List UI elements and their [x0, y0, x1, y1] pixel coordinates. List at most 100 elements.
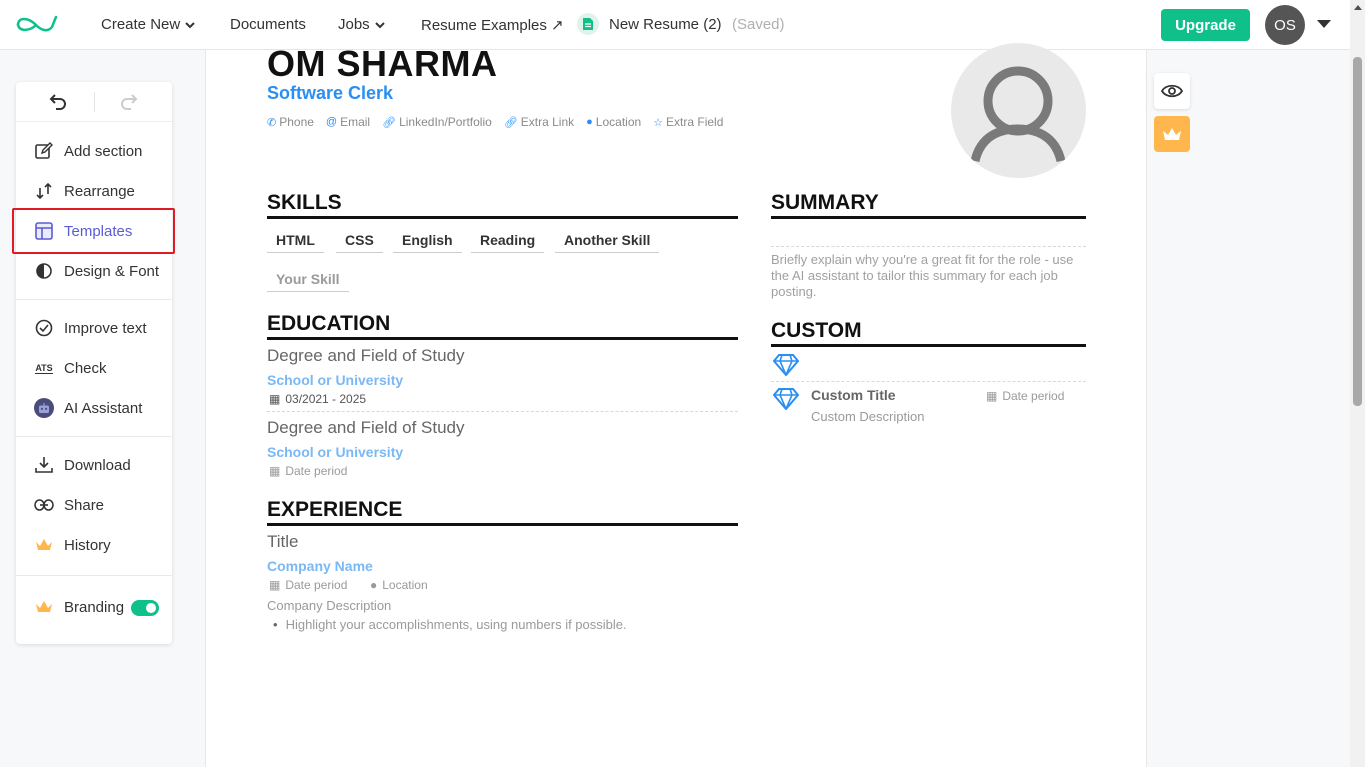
redo-icon[interactable] — [120, 93, 140, 111]
star-icon: ☆ — [653, 116, 664, 129]
link-icon: 🔗︎ — [503, 116, 518, 129]
diamond-icon[interactable] — [773, 354, 799, 376]
contact-extra-field[interactable]: ☆ Extra Field — [653, 115, 723, 129]
experience-bullet[interactable]: • Highlight your accomplishments, using … — [273, 617, 627, 632]
divider — [16, 299, 172, 300]
custom-period[interactable]: ▦ Date period — [986, 389, 1064, 403]
scroll-up-icon[interactable] — [1354, 5, 1362, 10]
at-icon: @ — [325, 116, 338, 128]
sidebar-item-improve-text[interactable]: Improve text — [16, 308, 172, 348]
calendar-icon: ▦ — [986, 389, 998, 403]
sidebar-item-label: Check — [64, 360, 107, 377]
undo-redo-bar — [16, 82, 172, 122]
contact-linkedin[interactable]: 🔗︎ LinkedIn/Portfolio — [382, 115, 492, 129]
contact-extra-link[interactable]: 🔗︎ Extra Link — [504, 115, 574, 129]
section-custom-heading[interactable]: CUSTOM — [771, 319, 1086, 347]
check-circle-icon — [34, 318, 54, 338]
ats-icon: ATS — [34, 358, 54, 378]
education-period[interactable]: ▦ 03/2021 - 2025 — [269, 392, 366, 406]
crown-icon — [34, 597, 54, 617]
experience-company[interactable]: Company Name — [267, 558, 373, 574]
education-school[interactable]: School or University — [267, 372, 403, 388]
experience-title[interactable]: Title — [267, 532, 299, 552]
scrollbar[interactable] — [1350, 0, 1365, 767]
download-icon — [34, 455, 54, 475]
education-school[interactable]: School or University — [267, 444, 403, 460]
section-summary-heading[interactable]: SUMMARY — [771, 191, 1086, 219]
calendar-icon: ▦ — [269, 578, 281, 592]
branding-toggle[interactable] — [131, 600, 159, 616]
calendar-icon: ▦ — [269, 392, 281, 406]
profile-photo[interactable] — [951, 43, 1086, 178]
top-bar: Create New Documents Jobs Resume Example… — [0, 0, 1350, 50]
experience-location-text: Location — [382, 578, 428, 592]
sidebar-item-label: Rearrange — [64, 183, 135, 200]
sidebar-item-label: Share — [64, 497, 105, 514]
skill-tag[interactable]: English — [393, 227, 462, 253]
contact-phone[interactable]: ✆ Phone — [267, 115, 314, 129]
skill-tag[interactable]: Reading — [471, 227, 545, 253]
sidebar-item-rearrange[interactable]: Rearrange — [16, 171, 172, 211]
phone-icon: ✆ — [267, 116, 277, 129]
custom-title[interactable]: Custom Title — [811, 387, 896, 403]
sidebar-item-download[interactable]: Download — [16, 445, 172, 485]
contact-row: ✆ Phone @ Email 🔗︎ LinkedIn/Portfolio 🔗︎ Ext… — [267, 115, 723, 129]
sidebar-item-label: Add section — [64, 143, 143, 160]
experience-location[interactable]: ● Location — [370, 578, 428, 592]
contact-label: LinkedIn/Portfolio — [399, 115, 492, 129]
skill-tag-placeholder[interactable]: Your Skill — [267, 266, 349, 292]
resume-name[interactable]: OM SHARMA — [267, 43, 497, 85]
nav-jobs-label: Jobs — [338, 16, 370, 33]
sidebar-item-label: Branding — [64, 599, 125, 616]
education-degree[interactable]: Degree and Field of Study — [267, 418, 465, 438]
experience-period[interactable]: ▦ Date period — [269, 578, 347, 592]
custom-description[interactable]: Custom Description — [811, 409, 924, 424]
caret-down-icon[interactable] — [1317, 20, 1331, 28]
scrollbar-thumb[interactable] — [1353, 57, 1362, 406]
contact-label: Extra Field — [666, 115, 724, 129]
summary-placeholder[interactable]: Briefly explain why you're a great fit f… — [771, 252, 1087, 300]
sidebar-item-history[interactable]: History — [16, 525, 172, 565]
document-name[interactable]: New Resume (2) — [609, 16, 722, 33]
experience-description[interactable]: Company Description — [267, 598, 391, 613]
robot-icon — [34, 398, 54, 418]
nav-resume-examples[interactable]: Resume Examples ↗ — [421, 16, 564, 34]
contact-location[interactable]: ● Location — [586, 115, 641, 129]
section-experience-heading[interactable]: EXPERIENCE — [267, 498, 738, 526]
resume-job-title[interactable]: Software Clerk — [267, 83, 393, 104]
upgrade-button[interactable]: Upgrade — [1161, 9, 1250, 41]
editor-sidebar: Add section Rearrange Templates Design &… — [16, 82, 172, 644]
education-period[interactable]: ▦ Date period — [269, 464, 347, 478]
location-pin-icon: ● — [586, 116, 593, 128]
sidebar-item-branding[interactable]: Branding — [16, 587, 172, 627]
contact-email[interactable]: @ Email — [326, 115, 370, 129]
education-period-text: Date period — [285, 464, 348, 478]
contrast-icon — [34, 261, 54, 281]
undo-icon[interactable] — [47, 93, 67, 111]
skill-tag[interactable]: CSS — [336, 227, 383, 253]
section-education-heading[interactable]: EDUCATION — [267, 312, 738, 340]
sidebar-item-ai-assistant[interactable]: AI Assistant — [16, 388, 172, 428]
education-degree[interactable]: Degree and Field of Study — [267, 346, 465, 366]
experience-bullet-text: Highlight your accomplishments, using nu… — [285, 617, 627, 632]
nav-jobs[interactable]: Jobs — [338, 16, 386, 33]
nav-documents[interactable]: Documents — [230, 16, 306, 33]
preview-button[interactable] — [1154, 73, 1190, 109]
eye-icon — [1161, 84, 1183, 98]
chevron-down-icon — [374, 21, 385, 28]
sidebar-item-design-font[interactable]: Design & Font — [16, 251, 172, 291]
premium-button[interactable] — [1154, 116, 1190, 152]
bullet-icon: • — [273, 617, 278, 632]
sidebar-item-share[interactable]: Share — [16, 485, 172, 525]
sidebar-item-add-section[interactable]: Add section — [16, 131, 172, 171]
skill-tag[interactable]: Another Skill — [555, 227, 660, 253]
logo-icon[interactable] — [14, 12, 58, 38]
avatar[interactable]: OS — [1265, 5, 1305, 45]
document-name-label: New Resume (2) — [609, 16, 722, 33]
nav-create-new[interactable]: Create New — [101, 16, 196, 33]
link-icon: 🔗︎ — [382, 116, 397, 129]
skill-tag[interactable]: HTML — [267, 227, 324, 253]
section-skills-heading[interactable]: SKILLS — [267, 191, 738, 219]
sidebar-item-check[interactable]: ATS Check — [16, 348, 172, 388]
contact-label: Location — [595, 115, 642, 129]
